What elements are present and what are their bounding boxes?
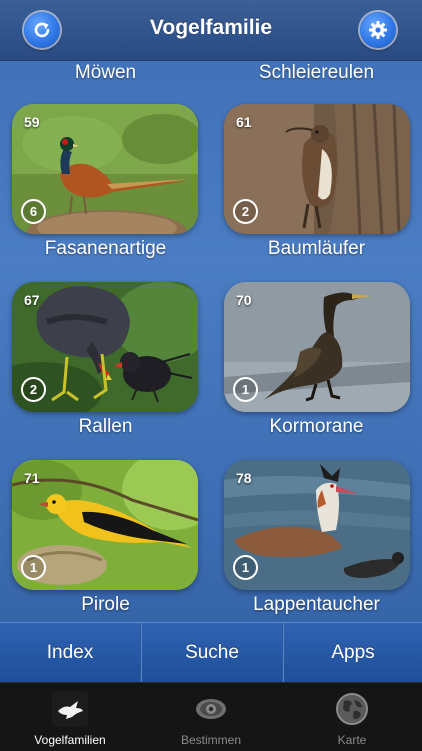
family-number: 61	[236, 114, 252, 130]
tab-bestimmen[interactable]: Bestimmen	[141, 683, 281, 751]
page-title: Vogelfamilie	[149, 16, 273, 39]
family-tile-baumlaeufer[interactable]: 61 2	[224, 104, 410, 234]
eye-icon	[193, 691, 229, 727]
index-button[interactable]: Index	[0, 623, 140, 683]
bird-icon	[52, 691, 88, 727]
species-count-badge: 1	[233, 555, 258, 580]
tab-karte[interactable]: Karte	[282, 683, 422, 751]
family-number: 59	[24, 114, 40, 130]
species-count-badge: 1	[233, 377, 258, 402]
family-name: Pirole	[81, 594, 130, 615]
search-button[interactable]: Suche	[142, 623, 282, 683]
tab-bar: Vogelfamilien Bestimmen Karte	[0, 682, 422, 751]
family-number: 70	[236, 292, 252, 308]
species-count-badge: 2	[21, 377, 46, 402]
family-name: Baumläufer	[267, 238, 366, 259]
species-count-badge: 1	[21, 555, 46, 580]
gear-icon	[369, 21, 387, 39]
tab-label: Vogelfamilien	[34, 733, 106, 747]
family-number: 67	[24, 292, 40, 308]
family-number: 71	[24, 470, 40, 486]
family-tile-lappentaucher[interactable]: 78 1	[224, 460, 410, 590]
family-grid: Möwen Schleiereulen 59 6 Fasanenartige 6…	[0, 60, 422, 622]
apps-button[interactable]: Apps	[284, 623, 422, 683]
family-name: Rallen	[78, 416, 133, 437]
family-tile-fasanenartige[interactable]: 59 6	[12, 104, 198, 234]
globe-icon	[334, 691, 370, 727]
family-tile-kormorane[interactable]: 70 1	[224, 282, 410, 412]
species-count-badge: 6	[21, 199, 46, 224]
family-name: Kormorane	[269, 416, 364, 437]
species-count-badge: 2	[233, 199, 258, 224]
settings-button[interactable]	[360, 12, 396, 48]
navigation-bar: Vogelfamilie	[0, 0, 422, 61]
tab-vogelfamilien[interactable]: Vogelfamilien	[0, 683, 140, 751]
family-label-moewen[interactable]: Möwen	[0, 62, 211, 84]
tab-label: Bestimmen	[180, 733, 242, 747]
family-label-schleiereulen[interactable]: Schleiereulen	[211, 62, 422, 84]
family-name: Fasanenartige	[44, 238, 167, 259]
family-name: Lappentaucher	[253, 594, 380, 615]
action-bar: Index Suche Apps	[0, 622, 422, 683]
tab-label: Karte	[337, 733, 367, 747]
family-number: 78	[236, 470, 252, 486]
family-tile-pirole[interactable]: 71 1	[12, 460, 198, 590]
family-tile-rallen[interactable]: 67 2	[12, 282, 198, 412]
